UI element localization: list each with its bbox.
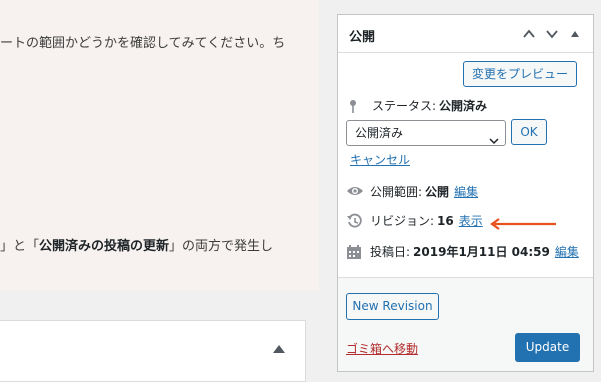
revision-row: リビジョン: 16 表示 [346,212,483,229]
editor-text-line: ートの範囲かどうかを確認してみてください。ち [0,36,286,51]
chevron-down-icon[interactable] [545,27,559,41]
history-icon [346,213,364,229]
eye-icon [346,184,364,200]
sidebar: 公開 変更をプレビュー ステータス: 公開済み 公開済み OK キャンセル 公開… [319,0,601,382]
status-select-value: 公開済み [355,126,404,140]
date-value: 2019年1月11日 04:59 [413,245,550,259]
publish-box-title: 公開 [349,30,376,45]
visibility-row: 公開範囲: 公開 編集 [346,183,478,200]
publish-box: 公開 変更をプレビュー ステータス: 公開済み 公開済み OK キャンセル 公開… [337,14,594,372]
date-label: 投稿日: [370,245,411,259]
editor-text-suffix: 」の両方で発生し [169,239,274,254]
toggle-triangle-icon[interactable] [273,345,285,353]
date-edit-link[interactable]: 編集 [555,243,579,260]
revision-value: 16 [437,213,454,228]
visibility-edit-link[interactable]: 編集 [454,183,478,200]
revision-label: リビジョン: [370,214,435,228]
chevron-down-icon [489,129,499,153]
date-row: 投稿日: 2019年1月11日 04:59 編集 [346,243,579,260]
publish-box-header: 公開 [338,15,593,53]
pin-icon [348,98,366,114]
visibility-value: 公開 [425,185,450,199]
revision-show-link[interactable]: 表示 [459,212,483,229]
chevron-up-icon[interactable] [522,27,536,41]
status-row: ステータス: 公開済み [348,97,487,114]
arrow-left-icon [488,215,558,234]
update-button[interactable]: Update [515,333,580,362]
cancel-link[interactable]: キャンセル [350,151,410,168]
status-label: ステータス: [372,99,437,113]
ok-button[interactable]: OK [511,119,547,145]
move-to-trash-link[interactable]: ゴミ箱へ移動 [346,340,418,357]
editor-metabox [0,320,306,382]
calendar-icon [346,244,364,260]
new-revision-button[interactable]: New Revision [346,293,439,320]
editor-text-bold: 公開済みの投稿の更新 [39,239,170,254]
status-select[interactable]: 公開済み [346,120,506,146]
editor-text-prefix: 」と「 [0,239,40,254]
preview-changes-button[interactable]: 変更をプレビュー [463,61,577,87]
editor-text-line: 」と「公開済みの投稿の更新」の両方で発生し [0,235,273,254]
editor-content-area[interactable]: ートの範囲かどうかを確認してみてください。ち 」と「公開済みの投稿の更新」の両方… [0,0,319,291]
visibility-label: 公開範囲: [370,185,423,199]
publish-actions: New Revision ゴミ箱へ移動 Update [338,278,593,371]
toggle-triangle-icon[interactable] [568,27,582,41]
status-value: 公開済み [439,99,488,113]
